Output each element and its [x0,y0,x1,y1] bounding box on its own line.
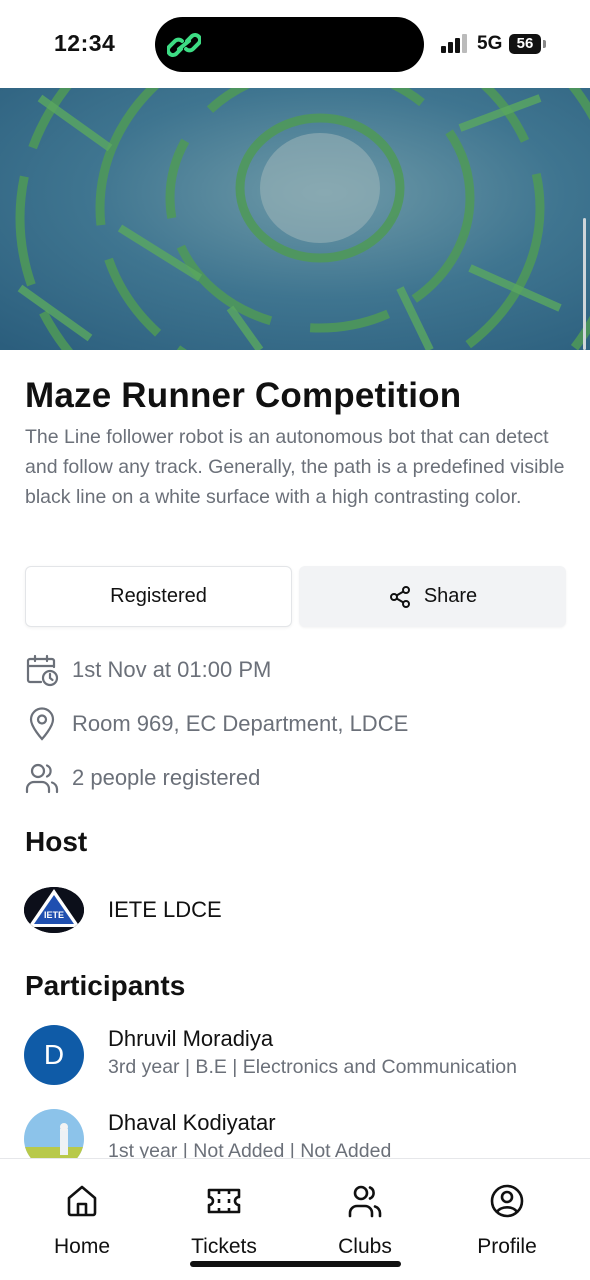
participant-name: Dhaval Kodiyatar [108,1110,276,1135]
registered-button[interactable]: Registered [25,566,292,627]
host-logo-text: IETE [44,910,64,920]
participant-item[interactable]: D Dhruvil Moradiya 3rd year | B.E | Elec… [24,1025,563,1085]
nav-tickets-label: Tickets [191,1235,257,1258]
event-title: Maze Runner Competition [25,376,462,415]
nav-home[interactable]: Home [27,1181,137,1259]
host-item[interactable]: IETE IETE LDCE [24,887,222,933]
host-name: IETE LDCE [108,897,222,922]
home-icon [67,1185,97,1217]
status-bar: 12:34 5G 56 [0,0,590,88]
home-indicator[interactable] [190,1261,401,1267]
avatar: D [24,1025,84,1085]
participant-details: 3rd year | B.E | Electronics and Communi… [108,1056,517,1078]
map-pin-icon [29,707,55,741]
nav-home-label: Home [53,1235,111,1258]
nav-clubs[interactable]: Clubs [310,1181,420,1259]
dynamic-island [155,17,424,72]
nav-tickets[interactable]: Tickets [169,1181,279,1259]
event-datetime-row: 1st Nov at 01:00 PM [25,650,271,690]
network-type: 5G [477,33,503,54]
share-button-label: Share [423,585,478,607]
status-time: 12:34 [54,30,116,56]
participant-name: Dhruvil Moradiya [108,1026,274,1051]
ticket-icon [207,1188,241,1214]
calendar-clock-icon [26,654,59,687]
event-datetime: 1st Nov at 01:00 PM [72,657,272,682]
nav-profile[interactable]: Profile [452,1181,562,1259]
event-hero-image [0,88,590,350]
scrollbar[interactable] [583,218,586,350]
registered-count-row: 2 people registered [25,758,260,798]
users-icon [25,763,59,794]
nav-profile-label: Profile [477,1235,537,1258]
participants-heading: Participants [25,970,186,1001]
share-icon [389,585,410,608]
signal-icon [441,34,467,53]
users-icon [348,1185,382,1218]
battery-tip [543,40,546,48]
registered-button-label: Registered [110,585,207,607]
nav-clubs-label: Clubs [338,1235,392,1258]
host-heading: Host [25,826,88,857]
event-description: The Line follower robot is an autonomous… [25,426,565,508]
user-circle-icon [490,1184,524,1218]
event-location-row: Room 969, EC Department, LDCE [25,704,408,744]
battery-icon: 56 [509,34,541,54]
registered-count: 2 people registered [72,765,261,790]
host-logo: IETE [24,887,84,933]
link-icon [167,33,201,57]
share-button[interactable]: Share [299,566,566,627]
event-location: Room 969, EC Department, LDCE [72,711,409,736]
maze-image [0,88,590,350]
